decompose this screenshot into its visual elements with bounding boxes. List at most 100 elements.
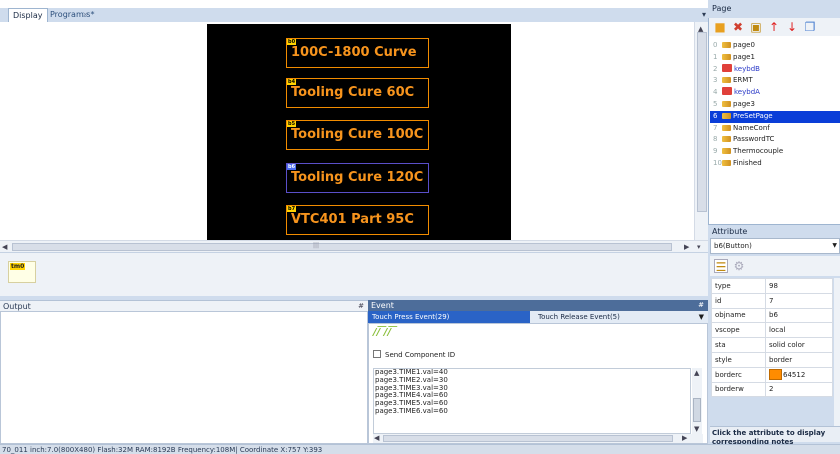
- scroll-right-icon[interactable]: ▶: [684, 242, 689, 252]
- move-down-icon[interactable]: ↓: [785, 20, 799, 34]
- attribute-value[interactable]: b6: [765, 307, 833, 324]
- component-tag: b4: [287, 79, 297, 85]
- scroll-thumb[interactable]: [697, 32, 707, 212]
- attribute-key: type: [711, 278, 766, 294]
- color-swatch[interactable]: [769, 369, 782, 381]
- hmi-button-b6[interactable]: b6 Tooling Cure 120C: [286, 163, 429, 193]
- attribute-value[interactable]: local: [765, 322, 833, 339]
- page-icon: [722, 100, 731, 107]
- attribute-row[interactable]: objname b6: [711, 307, 833, 324]
- attribute-row[interactable]: borderw 2: [711, 381, 833, 398]
- move-up-icon[interactable]: ↑: [767, 20, 781, 34]
- timer-component-tm0[interactable]: tm0: [8, 261, 36, 283]
- scroll-thumb[interactable]: |||: [12, 242, 672, 251]
- scroll-up-icon[interactable]: ▲: [694, 368, 699, 378]
- sort-attributes-icon[interactable]: ☰: [714, 259, 728, 274]
- attribute-key: vscope: [711, 322, 766, 339]
- attribute-row[interactable]: sta solid color: [711, 337, 833, 353]
- component-tag: b6: [287, 164, 297, 170]
- attribute-value[interactable]: 7: [765, 292, 833, 309]
- attribute-filter-icon[interactable]: ⚙: [732, 259, 746, 273]
- scroll-thumb[interactable]: [693, 398, 701, 422]
- page-item[interactable]: 9 Thermocouple: [710, 146, 840, 158]
- send-component-id-checkbox[interactable]: [373, 350, 381, 358]
- page-label: Thermocouple: [733, 147, 784, 156]
- output-title-label: Output: [3, 302, 31, 311]
- page-item[interactable]: 2 keybdB: [710, 63, 840, 76]
- page-number: 6: [713, 111, 718, 120]
- code-vertical-scrollbar[interactable]: ▲ ▼: [692, 368, 702, 434]
- output-log[interactable]: [0, 311, 368, 444]
- delete-page-icon[interactable]: ✖: [731, 20, 745, 34]
- scroll-left-icon[interactable]: ◀: [2, 242, 7, 252]
- attribute-value[interactable]: solid color: [765, 337, 833, 353]
- tab-dropdown-icon[interactable]: ▾: [702, 8, 706, 22]
- hmi-button-b4[interactable]: b4 Tooling Cure 60C: [286, 78, 429, 108]
- copy-page-icon[interactable]: ❐: [803, 20, 817, 34]
- page-item[interactable]: 4 keybdA: [710, 87, 840, 99]
- hmi-button-b7[interactable]: b7 VTC401 Part 95C: [286, 205, 429, 235]
- attribute-value[interactable]: 64512: [765, 366, 833, 383]
- attribute-row[interactable]: borderc 64512: [711, 366, 833, 383]
- page-item[interactable]: 3 ERMT: [710, 75, 840, 87]
- comment-toggle-icon[interactable]: //͞ //͞: [373, 327, 391, 338]
- hmi-button-b0[interactable]: b0 100C-1800 Curve: [286, 38, 429, 68]
- output-panel-title: Output #: [0, 300, 368, 311]
- page-item[interactable]: 0 page0: [710, 40, 840, 52]
- component-tag: b7: [287, 206, 297, 212]
- event-panel-title: Event #: [368, 300, 708, 311]
- page-item-selected[interactable]: 6 PreSetPage: [710, 110, 840, 123]
- hmi-button-label: Tooling Cure 100C: [291, 127, 424, 142]
- page-label: Finished: [733, 158, 762, 167]
- attribute-note: Click the attribute to display correspon…: [710, 426, 840, 446]
- chevron-down-icon[interactable]: ▼: [699, 311, 704, 323]
- scroll-left-icon[interactable]: ◀: [374, 433, 379, 443]
- page-item[interactable]: 5 page3: [710, 99, 840, 111]
- attribute-value[interactable]: border: [765, 351, 833, 368]
- scroll-dropdown-icon[interactable]: ▾: [697, 242, 701, 252]
- attribute-row[interactable]: style border: [711, 351, 833, 368]
- attribute-key: objname: [711, 307, 766, 324]
- page-number: 9: [713, 147, 718, 156]
- scroll-down-icon[interactable]: ▼: [694, 424, 699, 434]
- attribute-value[interactable]: 2: [765, 381, 833, 398]
- pin-icon[interactable]: #: [698, 300, 704, 311]
- tab-program[interactable]: Program.s*: [46, 8, 98, 22]
- page-icon: [722, 148, 731, 155]
- tab-touch-press-event[interactable]: Touch Press Event(29): [368, 311, 530, 323]
- page-item[interactable]: 8 PasswordTC: [710, 134, 840, 146]
- hmi-screen-preview: b0 100C-1800 Curve b4 Tooling Cure 60C b…: [207, 24, 511, 240]
- attribute-scrollbar[interactable]: [834, 278, 840, 426]
- send-component-id-row[interactable]: Send Component ID: [373, 348, 455, 362]
- close-tab-icon[interactable]: ×: [82, 8, 89, 22]
- attribute-row[interactable]: type 98: [711, 278, 833, 294]
- attribute-row[interactable]: id 7: [711, 292, 833, 309]
- canvas-horizontal-scrollbar[interactable]: ◀ ||| ▶ ▾: [0, 240, 708, 252]
- component-tag: tm0: [10, 263, 26, 270]
- event-code-editor[interactable]: page3.TIME1.val=40 page3.TIME2.val=30 pa…: [373, 368, 691, 434]
- page-item[interactable]: 10 Finished: [710, 158, 840, 170]
- add-page-icon[interactable]: ■: [713, 20, 727, 34]
- color-value: 64512: [783, 371, 806, 380]
- attribute-key: borderc: [711, 366, 766, 383]
- scroll-right-icon[interactable]: ▶: [682, 433, 687, 443]
- page-label: PreSetPage: [733, 111, 773, 120]
- page-item[interactable]: 7 NameConf: [710, 123, 840, 135]
- page-label: NameConf: [733, 123, 770, 132]
- component-select[interactable]: b6(Button) ▼: [710, 238, 840, 254]
- attribute-key: style: [711, 351, 766, 368]
- page-icon: [722, 42, 731, 48]
- scroll-thumb[interactable]: [383, 435, 673, 442]
- attribute-row[interactable]: vscope local: [711, 322, 833, 339]
- code-horizontal-scrollbar[interactable]: ◀ ▶: [373, 434, 703, 443]
- chevron-down-icon[interactable]: ▼: [832, 239, 837, 253]
- page-item[interactable]: 1 page1: [710, 52, 840, 64]
- selected-component: b6(Button): [714, 242, 752, 250]
- hmi-button-b5[interactable]: b5 Tooling Cure 100C: [286, 120, 429, 150]
- attribute-value[interactable]: 98: [765, 278, 833, 294]
- tab-touch-release-event[interactable]: Touch Release Event(5): [534, 311, 620, 323]
- canvas-vertical-scrollbar[interactable]: ▲: [694, 22, 708, 240]
- attribute-key: sta: [711, 337, 766, 353]
- tab-display[interactable]: Display: [8, 8, 48, 22]
- insert-page-icon[interactable]: ▣: [749, 20, 763, 34]
